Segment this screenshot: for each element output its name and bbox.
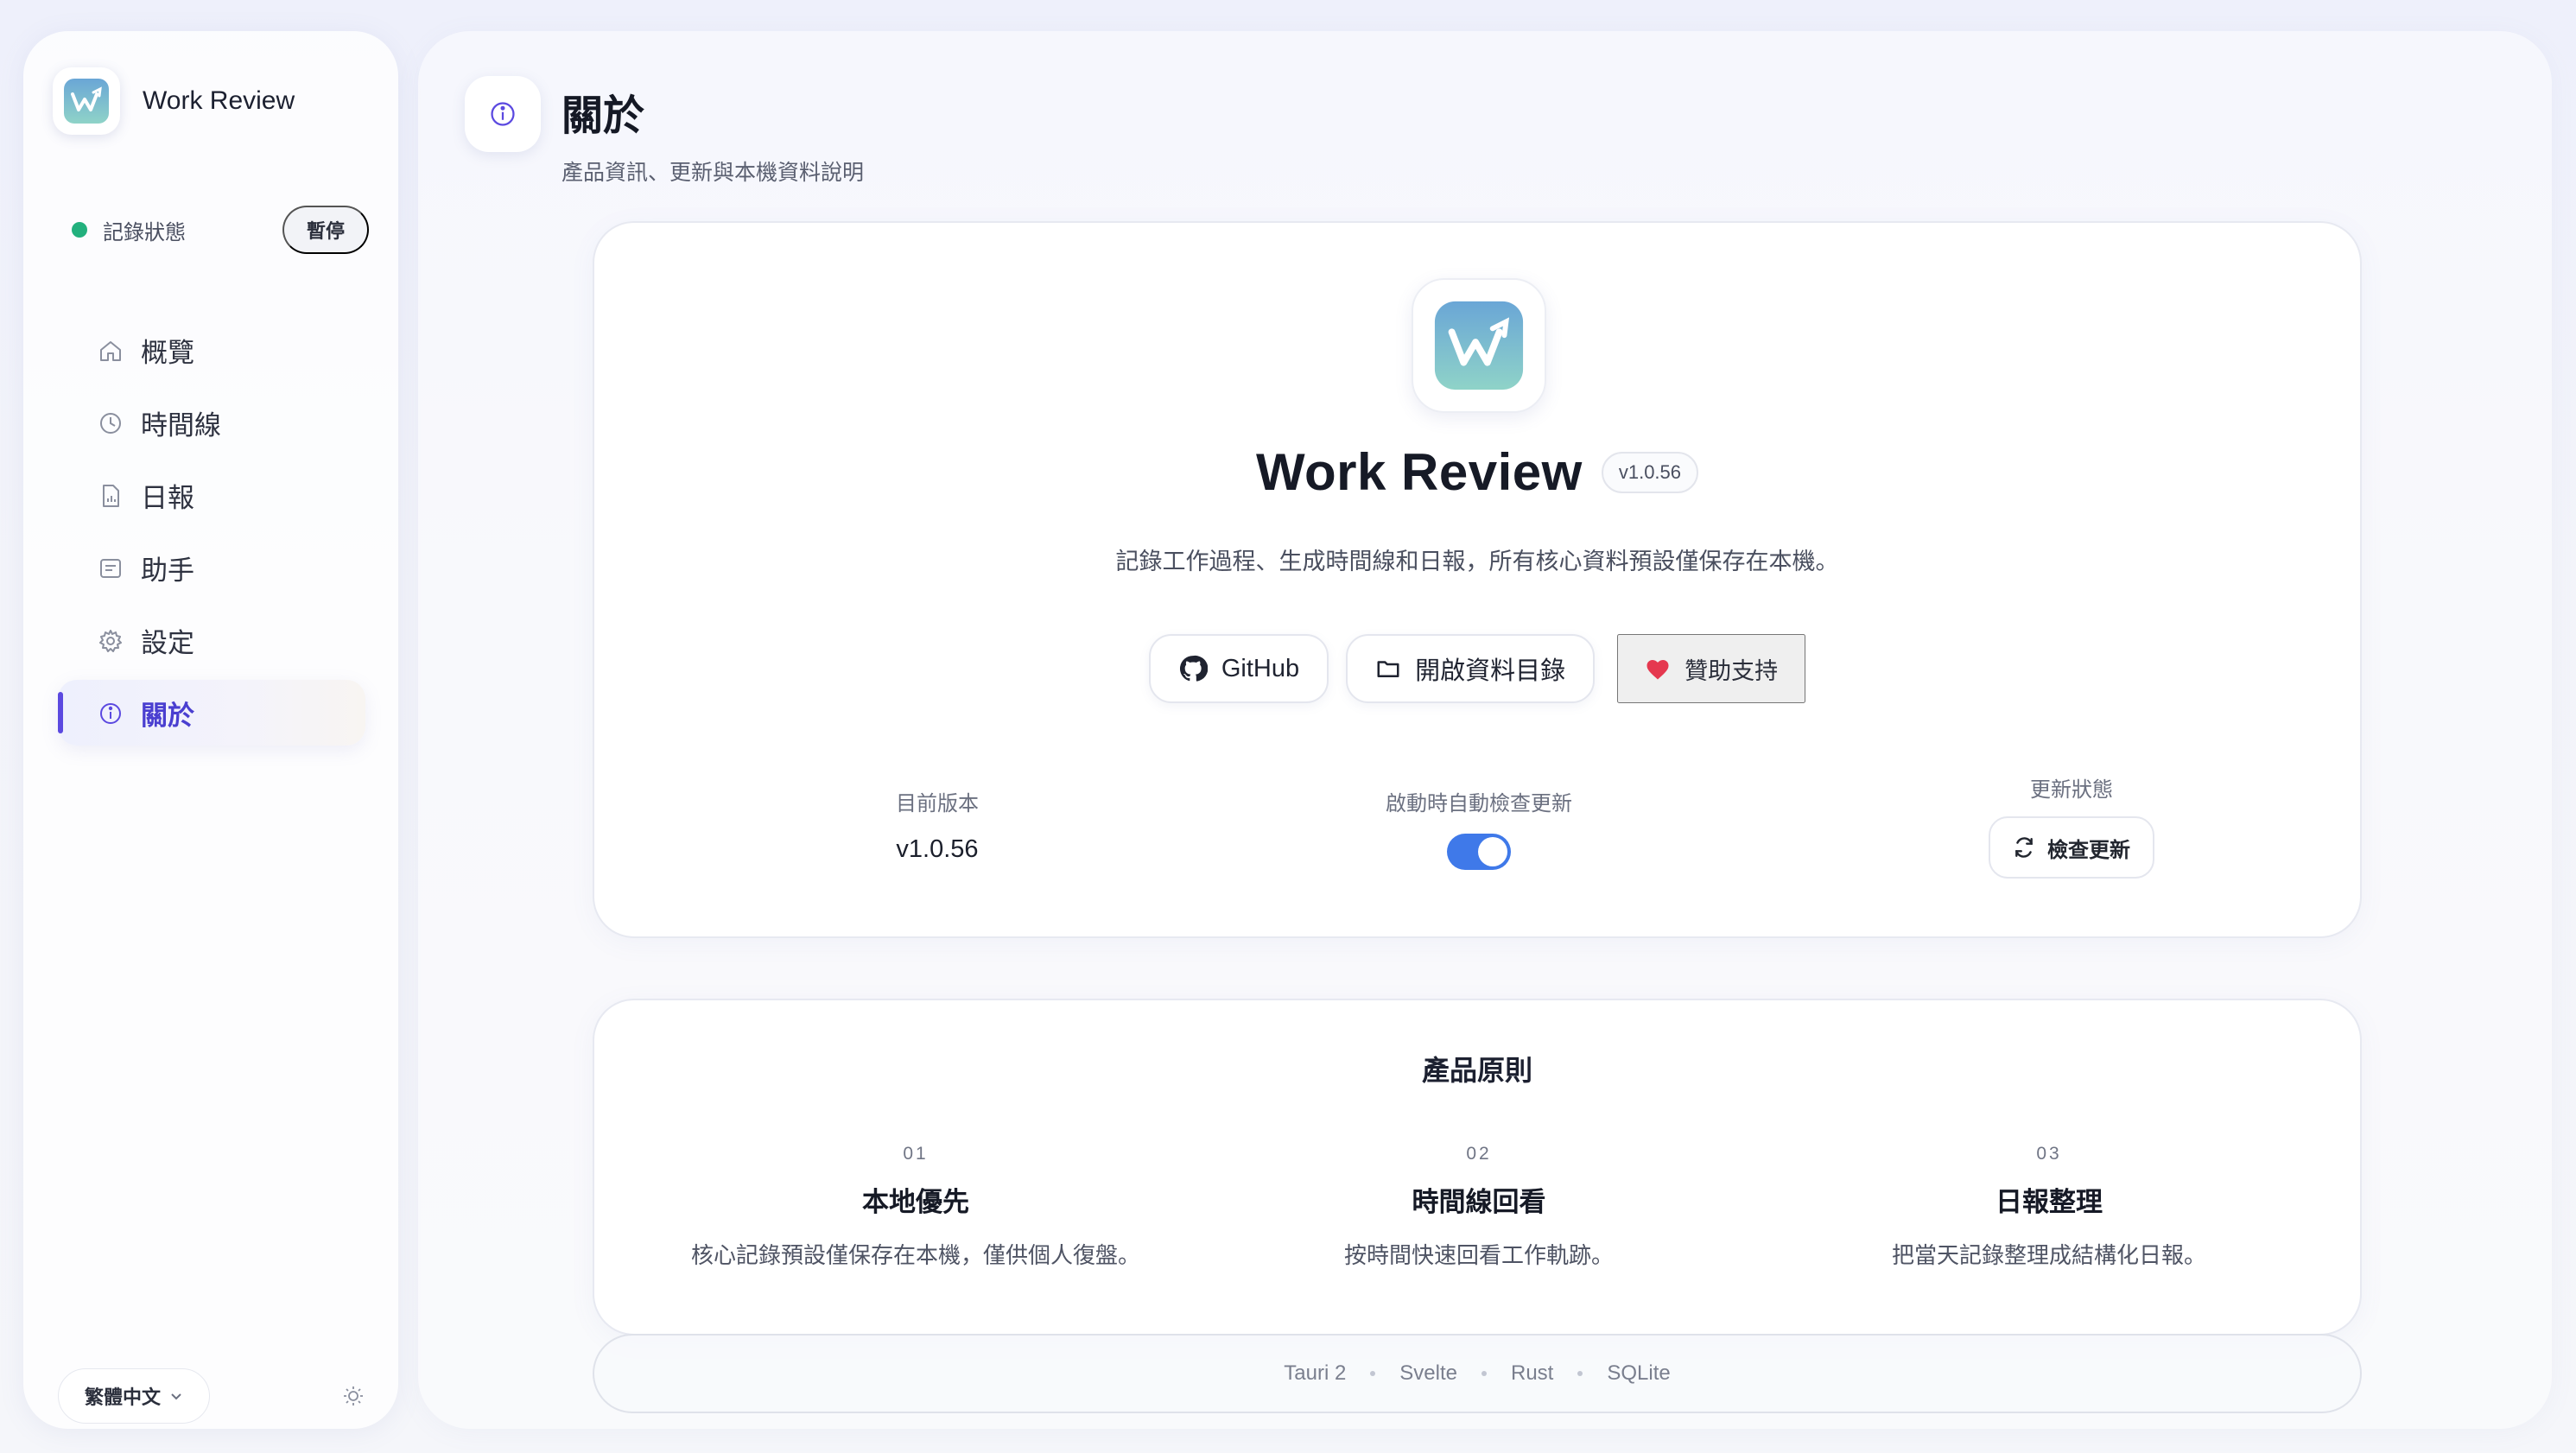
- github-icon: [1179, 655, 1208, 682]
- language-select[interactable]: 繁體中文: [58, 1368, 210, 1424]
- page-subtitle: 產品資訊、更新與本機資料說明: [562, 161, 865, 185]
- action-buttons: GitHub 開啟資料目錄 贊助支持: [594, 634, 2360, 703]
- separator-dot: [1577, 1371, 1583, 1376]
- app-logo-icon: [53, 67, 120, 135]
- principle-item: 02 時間線回看 按時間快速回看工作軌跡。: [1202, 1144, 1755, 1270]
- language-value: 繁體中文: [84, 1386, 161, 1408]
- principle-title: 本地優先: [862, 1187, 969, 1217]
- principle-description: 把當天記錄整理成結構化日報。: [1891, 1242, 2206, 1268]
- open-data-dir-button[interactable]: 開啟資料目錄: [1346, 634, 1596, 703]
- tech-stack-item: Rust: [1511, 1361, 1554, 1385]
- app-title: Work Review: [1255, 443, 1583, 501]
- sidebar-item-label: 概覽: [141, 337, 194, 368]
- app-title-row: Work Review v1.0.56: [594, 442, 2360, 502]
- auto-check-label: 啟動時自動檢查更新: [1386, 792, 1572, 815]
- separator-dot: [1370, 1371, 1376, 1376]
- info-icon: [465, 76, 541, 152]
- update-status-info: 更新狀態 檢查更新: [1942, 772, 2201, 879]
- principle-title: 日報整理: [1995, 1187, 2103, 1217]
- brand-name: Work Review: [143, 86, 295, 115]
- app-description: 記錄工作過程、生成時間線和日報，所有核心資料預設僅保存在本機。: [1115, 549, 1839, 574]
- recording-status: 記錄狀態 暫停: [72, 206, 369, 254]
- update-status-label: 更新狀態: [2030, 778, 2113, 802]
- current-version-value: v1.0.56: [896, 835, 979, 863]
- open-data-dir-label: 開啟資料目錄: [1415, 657, 1566, 685]
- chevron-down-icon: [171, 1393, 181, 1400]
- principle-number: 02: [1466, 1144, 1492, 1164]
- sidebar-item-report[interactable]: 日報: [58, 462, 365, 528]
- auto-check-info: 啟動時自動檢查更新: [1315, 786, 1643, 870]
- tech-stack-item: Svelte: [1399, 1361, 1457, 1385]
- sidebar-item-about[interactable]: 關於: [58, 680, 365, 746]
- sidebar-item-label: 助手: [141, 555, 194, 586]
- sidebar-nav: 概覽 時間線 日報 助手 設定 關於: [58, 317, 365, 752]
- report-icon: [103, 485, 119, 507]
- about-card: Work Review v1.0.56 記錄工作過程、生成時間線和日報，所有核心…: [593, 221, 2362, 938]
- page-title: 關於: [562, 93, 645, 139]
- principle-item: 01 本地優先 核心記錄預設僅保存在本機，僅供個人復盤。: [639, 1144, 1192, 1270]
- sidebar-item-timeline[interactable]: 時間線: [58, 390, 365, 455]
- sponsor-label: 贊助支持: [1685, 657, 1779, 684]
- sidebar-item-overview[interactable]: 概覽: [58, 317, 365, 383]
- principles-title: 產品原則: [1421, 1055, 1532, 1086]
- current-version-label: 目前版本: [896, 792, 979, 815]
- principle-title: 時間線回看: [1412, 1187, 1546, 1217]
- sidebar-item-settings[interactable]: 設定: [58, 607, 365, 673]
- toggle-knob: [1478, 837, 1507, 866]
- current-version-info: 目前版本 v1.0.56: [795, 786, 1080, 864]
- status-dot-icon: [72, 222, 87, 238]
- sidebar-item-label: 時間線: [141, 409, 221, 441]
- heart-icon: [1646, 660, 1669, 680]
- sidebar: Work Review 記錄狀態 暫停 概覽 時間線 日報 助手 設定 關於 繁…: [23, 31, 398, 1429]
- sponsor-button[interactable]: 贊助支持: [1617, 634, 1806, 703]
- tech-stack-item: Tauri 2: [1284, 1361, 1347, 1385]
- separator-dot: [1482, 1371, 1487, 1376]
- sidebar-item-label: 日報: [141, 482, 194, 513]
- clock-icon: [100, 413, 121, 434]
- principles-card: 產品原則 01 本地優先 核心記錄預設僅保存在本機，僅供個人復盤。 02 時間線…: [593, 999, 2362, 1336]
- brand[interactable]: Work Review: [53, 67, 295, 135]
- sidebar-item-label: 設定: [141, 627, 194, 658]
- version-badge: v1.0.56: [1601, 451, 1699, 493]
- principle-description: 按時間快速回看工作軌跡。: [1343, 1242, 1614, 1268]
- sun-icon: [344, 1386, 363, 1405]
- main-panel: 關於 產品資訊、更新與本機資料說明 Work Review v1.0.56 記錄…: [418, 31, 2552, 1429]
- app-logo-icon: [1412, 278, 1546, 413]
- check-update-label: 檢查更新: [2047, 838, 2130, 862]
- sidebar-item-assistant[interactable]: 助手: [58, 535, 365, 600]
- status-label: 記錄狀態: [103, 220, 186, 244]
- principle-number: 01: [903, 1144, 929, 1164]
- principle-description: 核心記錄預設僅保存在本機，僅供個人復盤。: [690, 1242, 1140, 1268]
- sidebar-item-label: 關於: [141, 700, 194, 731]
- principle-number: 03: [2036, 1144, 2062, 1164]
- tech-stack-bar: Tauri 2 Svelte Rust SQLite: [593, 1334, 2362, 1413]
- gear-icon: [99, 630, 122, 652]
- principle-item: 03 日報整理 把當天記錄整理成結構化日報。: [1773, 1144, 2325, 1270]
- theme-toggle[interactable]: [338, 1380, 369, 1412]
- github-button[interactable]: GitHub: [1148, 634, 1329, 703]
- github-label: GitHub: [1221, 654, 1300, 682]
- folder-icon: [1377, 661, 1399, 677]
- info-icon: [100, 703, 121, 724]
- home-icon: [100, 341, 121, 361]
- auto-check-toggle[interactable]: [1447, 834, 1511, 870]
- assistant-icon: [100, 559, 121, 578]
- refresh-icon: [2015, 837, 2033, 858]
- check-update-button[interactable]: 檢查更新: [1989, 816, 2154, 879]
- tech-stack-item: SQLite: [1607, 1361, 1671, 1385]
- pause-button[interactable]: 暫停: [282, 206, 369, 254]
